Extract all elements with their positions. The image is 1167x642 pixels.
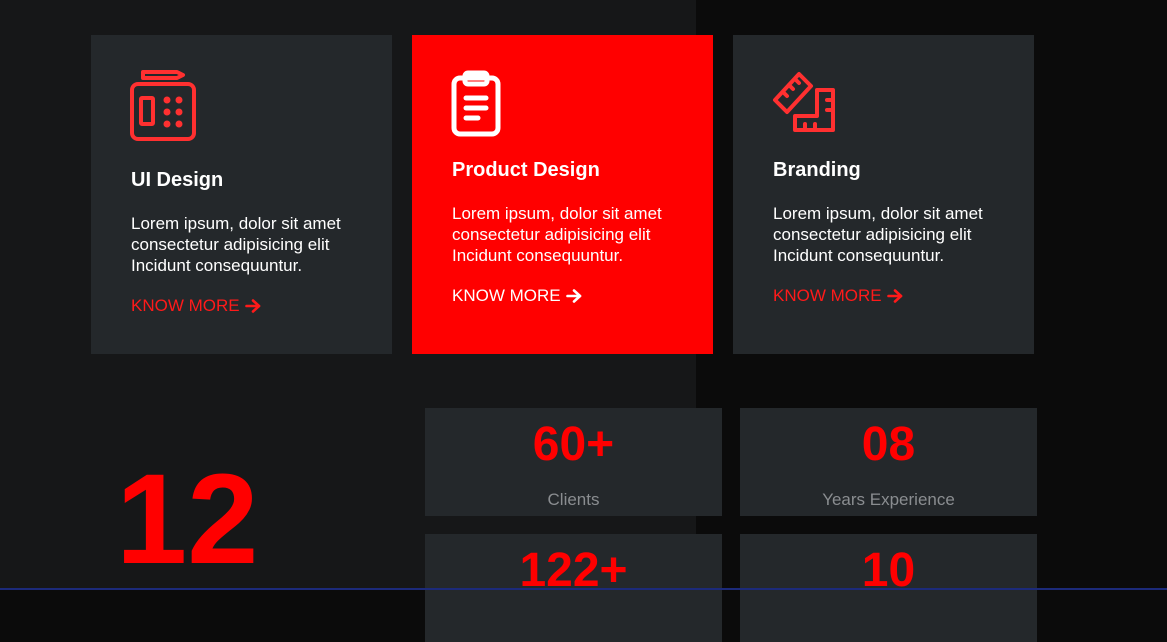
- big-number: 12: [116, 448, 259, 591]
- stat-card-years-experience: 08 Years Experience: [740, 408, 1037, 516]
- service-title: Branding: [773, 159, 861, 181]
- know-more-link[interactable]: KNOW MORE: [452, 286, 582, 306]
- service-description: Lorem ipsum, dolor sit amet consectetur …: [131, 214, 341, 275]
- service-title: Product Design: [452, 159, 600, 181]
- arrow-right-icon: [886, 289, 903, 303]
- stat-card-clients: 60+ Clients: [425, 408, 722, 516]
- know-more-link[interactable]: KNOW MORE: [773, 286, 903, 306]
- service-description: Lorem ipsum, dolor sit amet consectetur …: [452, 204, 662, 265]
- know-more-label: KNOW MORE: [452, 286, 561, 305]
- arrow-right-icon: [565, 289, 582, 303]
- know-more-label: KNOW MORE: [773, 286, 882, 305]
- service-card-ui-design: UI Design Lorem ipsum, dolor sit amet co…: [91, 35, 392, 354]
- service-card-branding: Branding Lorem ipsum, dolor sit amet con…: [733, 35, 1034, 354]
- service-title: UI Design: [131, 169, 224, 191]
- arrow-right-icon: [244, 299, 261, 313]
- stat-value: 60+: [532, 418, 615, 471]
- stat-label: Clients: [547, 490, 600, 509]
- stat-value: 08: [861, 418, 916, 471]
- clipboard-icon: [451, 70, 501, 137]
- service-description: Lorem ipsum, dolor sit amet consectetur …: [773, 204, 983, 265]
- ruler-icon: [773, 72, 835, 132]
- know-more-link[interactable]: KNOW MORE: [131, 296, 261, 316]
- service-card-product-design: Product Design Lorem ipsum, dolor sit am…: [412, 35, 713, 354]
- know-more-label: KNOW MORE: [131, 296, 240, 315]
- stat-label: Years Experience: [822, 490, 955, 509]
- calculator-pencil-icon: [130, 70, 196, 141]
